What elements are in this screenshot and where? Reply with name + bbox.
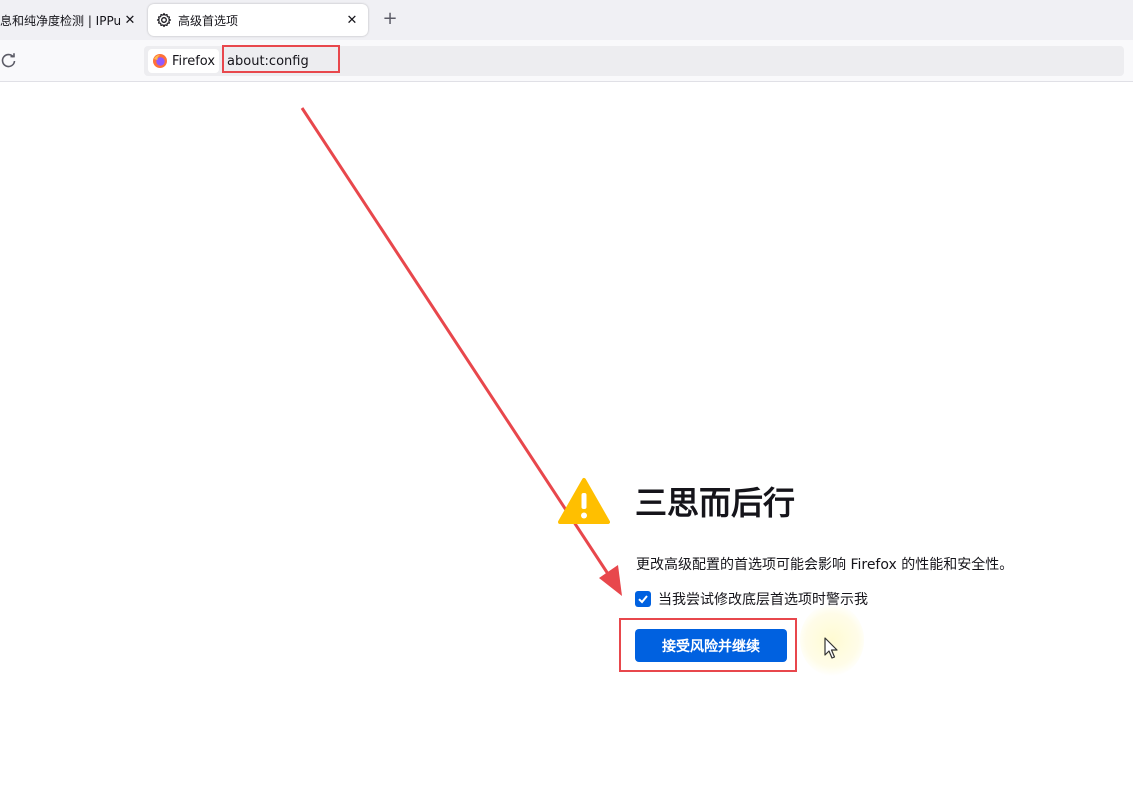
tab-ip-check[interactable]: 息和纯净度检测 | IPPu ✕ (0, 4, 146, 36)
navigation-bar: Firefox about:config (0, 40, 1133, 82)
gear-icon (156, 12, 172, 28)
new-tab-button[interactable]: + (380, 10, 400, 30)
tab-strip: 息和纯净度检测 | IPPu ✕ 高级首选项 ✕ + (0, 0, 1133, 40)
checkmark-icon (638, 595, 648, 604)
warning-description: 更改高级配置的首选项可能会影响 Firefox 的性能和安全性。 (636, 557, 1014, 573)
tab-title: 息和纯净度检测 | IPPu (0, 13, 122, 28)
annotation-highlight-url (222, 45, 340, 73)
warning-icon (558, 478, 610, 524)
annotation-highlight-button (619, 618, 797, 672)
page-title: 三思而后行 (635, 484, 796, 522)
annotation-arrow (300, 107, 622, 596)
reload-icon[interactable] (0, 52, 18, 70)
warning-checkbox[interactable] (635, 591, 651, 607)
tab-title: 高级首选项 (178, 13, 239, 28)
close-icon[interactable]: ✕ (344, 12, 360, 28)
mouse-cursor-icon (824, 637, 838, 659)
identity-box[interactable]: Firefox (148, 49, 220, 73)
identity-label: Firefox (172, 53, 216, 69)
tab-advanced-preferences[interactable]: 高级首选项 ✕ (148, 4, 368, 36)
firefox-logo-icon (153, 54, 167, 68)
close-icon[interactable]: ✕ (122, 12, 138, 28)
